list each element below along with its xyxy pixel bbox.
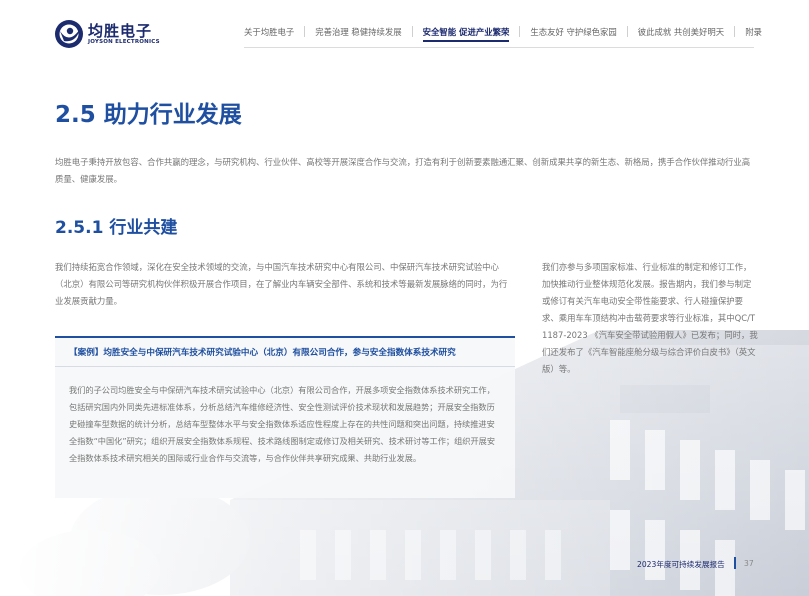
case-study-divider — [55, 366, 515, 367]
nav-item-appendix[interactable]: 附录 — [745, 26, 762, 42]
subsection-title: 2.5.1 行业共建 — [55, 218, 178, 238]
subsection-paragraph-left: 我们持续拓宽合作领域，深化在安全技术领域的交流，与中国汽车技术研究中心有限公司、… — [55, 262, 508, 306]
section-intro-paragraph: 均胜电子秉持开放包容、合作共赢的理念，与研究机构、行业伙伴、高校等开展深度合作与… — [55, 157, 751, 184]
nav-separator — [411, 26, 413, 37]
page-number: 37 — [744, 559, 754, 568]
company-logo-subtitle: JOYSON ELECTRONICS — [88, 39, 160, 45]
nav-underline-rule — [244, 47, 754, 48]
nav-separator — [626, 26, 628, 37]
nav-separator — [734, 26, 736, 37]
nav-item-governance[interactable]: 完善治理 稳健持续发展 — [315, 26, 401, 42]
nav-item-mutual-success[interactable]: 彼此成就 共创美好明天 — [638, 26, 724, 42]
page-header: 均胜电子 JOYSON ELECTRONICS 关于均胜电子 完善治理 稳健持续… — [0, 0, 809, 68]
footer-separator — [734, 557, 736, 569]
case-study-title: 【案例】均胜安全与中保研汽车技术研究试验中心（北京）有限公司合作，参与安全指数体… — [69, 348, 456, 358]
nav-item-safety-intelligence[interactable]: 安全智能 促进产业繁荣 — [422, 26, 509, 42]
nav-separator — [304, 26, 306, 37]
chapter-navigation: 关于均胜电子 完善治理 稳健持续发展 安全智能 促进产业繁荣 生态友好 守护绿色… — [244, 26, 762, 46]
footer-report-title: 2023年度可持续发展报告 — [637, 560, 725, 569]
section-title: 2.5 助力行业发展 — [55, 102, 242, 128]
nav-item-ecology[interactable]: 生态友好 守护绿色家园 — [530, 26, 616, 42]
subsection-paragraph-right: 我们亦参与多项国家标准、行业标准的制定和修订工作，加快推动行业整体规范化发展。报… — [542, 262, 758, 374]
case-study-body: 我们的子公司均胜安全与中保研汽车技术研究试验中心（北京）有限公司合作，开展多项安… — [69, 385, 496, 463]
joyson-logo-icon — [55, 20, 83, 48]
case-study-box: 【案例】均胜安全与中保研汽车技术研究试验中心（北京）有限公司合作，参与安全指数体… — [55, 336, 515, 498]
company-logo-name: 均胜电子 — [88, 22, 153, 40]
nav-item-about[interactable]: 关于均胜电子 — [244, 26, 294, 42]
nav-separator — [519, 26, 521, 37]
